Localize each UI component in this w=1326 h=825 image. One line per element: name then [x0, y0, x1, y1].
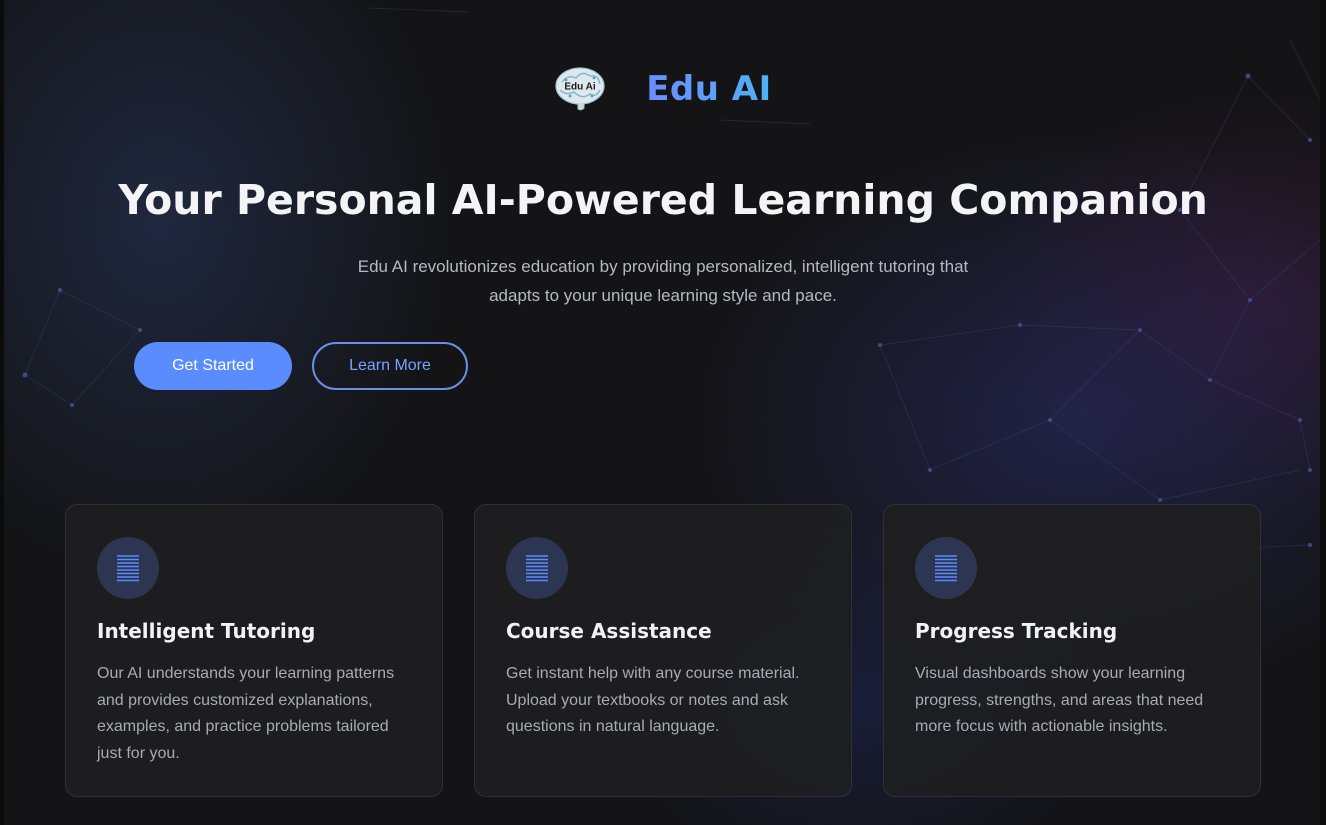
hero-headline: Your Personal AI-Powered Learning Compan… [118, 176, 1208, 224]
hero-subtitle-line-1: Edu AI revolutionizes education by provi… [357, 257, 969, 276]
feature-title: Course Assistance [506, 619, 712, 643]
feature-description: Get instant help with any course materia… [506, 665, 800, 735]
feature-card-intelligent-tutoring: Intelligent Tutoring Our AI understands … [65, 504, 443, 797]
brand-name[interactable]: Edu AI [646, 69, 772, 109]
document-lines-icon [915, 537, 977, 599]
hero-subtitle: Edu AI revolutionizes education by provi… [263, 252, 1063, 310]
left-frame-edge [0, 0, 4, 825]
feature-description: Visual dashboards show your learning pro… [915, 665, 1204, 735]
feature-description: Our AI understands your learning pattern… [97, 665, 395, 762]
hero-subtitle-line-2: adapts to your unique learning style and… [489, 286, 837, 305]
learn-more-button[interactable]: Learn More [312, 342, 468, 390]
site-header: Edu Ai Edu AI [0, 66, 1326, 112]
brain-logo-icon[interactable]: Edu Ai [554, 66, 606, 112]
feature-title: Progress Tracking [915, 619, 1118, 643]
feature-card-course-assistance: Course Assistance Get instant help with … [474, 504, 852, 797]
get-started-button[interactable]: Get Started [134, 342, 292, 390]
feature-title: Intelligent Tutoring [97, 619, 316, 643]
document-lines-icon [97, 537, 159, 599]
logo-text: Edu Ai [565, 82, 597, 93]
right-frame-edge [1320, 0, 1326, 825]
feature-card-progress-tracking: Progress Tracking Visual dashboards show… [883, 504, 1261, 797]
document-lines-icon [506, 537, 568, 599]
